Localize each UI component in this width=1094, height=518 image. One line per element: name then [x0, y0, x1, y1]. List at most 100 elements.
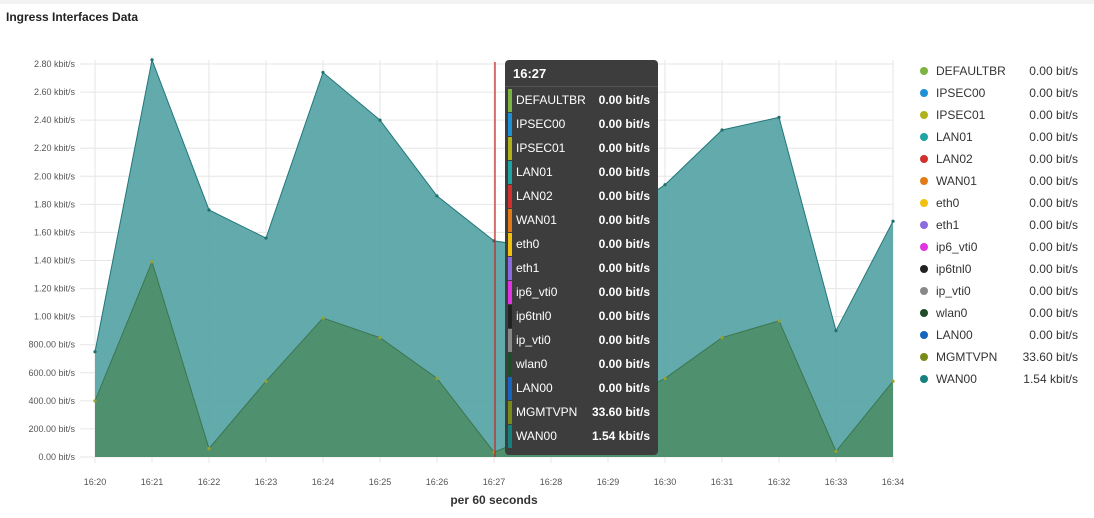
x-tick-label: 16:29	[597, 477, 620, 487]
tooltip-series-value: 0.00 bit/s	[598, 357, 650, 371]
tooltip-series-name: IPSEC01	[516, 141, 566, 155]
legend-name: DEFAULTBR	[936, 64, 1006, 78]
tooltip-series-value: 0.00 bit/s	[598, 93, 650, 107]
x-tick-label: 16:27	[483, 477, 506, 487]
legend-name: eth1	[936, 218, 960, 232]
tooltip-color-bar	[508, 137, 512, 160]
data-point	[891, 379, 895, 383]
legend-item[interactable]: LAN02 0.00 bit/s	[916, 148, 1086, 170]
data-point	[834, 329, 838, 333]
legend-item[interactable]: WAN00 1.54 kbit/s	[916, 368, 1086, 390]
y-tick-label: 2.20 kbit/s	[34, 143, 76, 153]
legend-item[interactable]: ip_vti0 0.00 bit/s	[916, 280, 1086, 302]
data-point	[150, 260, 154, 264]
y-tick-label: 1.80 kbit/s	[34, 199, 76, 209]
legend-name: LAN02	[936, 152, 973, 166]
legend-name: ip6tnl0	[936, 262, 972, 276]
tooltip-color-bar	[508, 281, 512, 304]
legend-item[interactable]: IPSEC01 0.00 bit/s	[916, 104, 1086, 126]
legend-dot-icon	[920, 331, 928, 339]
tooltip-row: eth0 0.00 bit/s	[505, 233, 658, 257]
tooltip-series-value: 0.00 bit/s	[598, 381, 650, 395]
data-point	[663, 183, 667, 187]
y-tick-label: 800.00 bit/s	[28, 340, 75, 350]
x-tick-label: 16:22	[198, 477, 221, 487]
legend-name: eth0	[936, 196, 960, 210]
legend-item[interactable]: wlan0 0.00 bit/s	[916, 302, 1086, 324]
legend-item[interactable]: ip6_vti0 0.00 bit/s	[916, 236, 1086, 258]
legend-item[interactable]: eth0 0.00 bit/s	[916, 192, 1086, 214]
data-point	[378, 118, 382, 122]
tooltip-row: WAN01 0.00 bit/s	[505, 209, 658, 233]
tooltip-row: ip6tnl0 0.00 bit/s	[505, 305, 658, 329]
tooltip-color-bar	[508, 209, 512, 232]
tooltip-row: LAN02 0.00 bit/s	[505, 185, 658, 209]
y-tick-label: 600.00 bit/s	[28, 368, 75, 378]
x-tick-label: 16:21	[141, 477, 164, 487]
tooltip-series-value: 1.54 kbit/s	[591, 429, 650, 443]
legend-dot-icon	[920, 89, 928, 97]
legend-name: WAN00	[936, 372, 977, 386]
data-point	[207, 208, 211, 212]
tooltip-time: 16:27	[513, 66, 547, 81]
tooltip-row: ip_vti0 0.00 bit/s	[505, 329, 658, 353]
legend-item[interactable]: eth1 0.00 bit/s	[916, 214, 1086, 236]
legend-item[interactable]: LAN00 0.00 bit/s	[916, 324, 1086, 346]
data-point	[720, 128, 724, 132]
legend-dot-icon	[920, 221, 928, 229]
x-axis-label: per 60 seconds	[450, 493, 538, 507]
tooltip-series-value: 0.00 bit/s	[598, 117, 650, 131]
legend-value: 0.00 bit/s	[1029, 328, 1078, 342]
data-point	[435, 376, 439, 380]
tooltip-color-bar	[508, 401, 512, 424]
legend-value: 0.00 bit/s	[1029, 218, 1078, 232]
tooltip-color-bar	[508, 233, 512, 256]
tooltip-series-value: 0.00 bit/s	[598, 309, 650, 323]
tooltip-series-name: wlan0	[516, 357, 548, 371]
tooltip-series-value: 0.00 bit/s	[598, 333, 650, 347]
legend-value: 0.00 bit/s	[1029, 240, 1078, 254]
y-tick-label: 1.40 kbit/s	[34, 256, 76, 266]
data-point	[378, 336, 382, 340]
legend-item[interactable]: DEFAULTBR 0.00 bit/s	[916, 60, 1086, 82]
legend-item[interactable]: ip6tnl0 0.00 bit/s	[916, 258, 1086, 280]
tooltip-series-value: 33.60 bit/s	[591, 405, 650, 419]
tooltip-series-name: LAN01	[516, 165, 553, 179]
legend-value: 0.00 bit/s	[1029, 108, 1078, 122]
legend-dot-icon	[920, 265, 928, 273]
legend-name: WAN01	[936, 174, 977, 188]
x-tick-label: 16:20	[84, 477, 107, 487]
x-tick-label: 16:23	[255, 477, 278, 487]
tooltip-series-name: WAN01	[516, 213, 557, 227]
legend-value: 0.00 bit/s	[1029, 306, 1078, 320]
x-axis-ticks: 16:20 16:21 16:22 16:23 16:24 16:25 16:26 16:27…	[84, 477, 905, 487]
legend-name: ip_vti0	[936, 284, 971, 298]
tooltip-series-value: 0.00 bit/s	[598, 141, 650, 155]
y-tick-label: 1.60 kbit/s	[34, 227, 76, 237]
data-point	[93, 350, 97, 354]
tooltip-series-value: 0.00 bit/s	[598, 165, 650, 179]
legend-value: 0.00 bit/s	[1029, 174, 1078, 188]
legend-value: 0.00 bit/s	[1029, 86, 1078, 100]
data-point	[264, 236, 268, 240]
legend-name: LAN01	[936, 130, 973, 144]
tooltip-color-bar	[508, 185, 512, 208]
tooltip-row: IPSEC01 0.00 bit/s	[505, 137, 658, 161]
tooltip-series-name: LAN02	[516, 189, 553, 203]
tooltip-row: IPSEC00 0.00 bit/s	[505, 113, 658, 137]
tooltip-series-value: 0.00 bit/s	[598, 237, 650, 251]
legend-dot-icon	[920, 177, 928, 185]
tooltip-series-value: 0.00 bit/s	[598, 285, 650, 299]
legend-dot-icon	[920, 287, 928, 295]
legend-item[interactable]: LAN01 0.00 bit/s	[916, 126, 1086, 148]
tooltip-row: LAN01 0.00 bit/s	[505, 161, 658, 185]
legend-item[interactable]: MGMTVPN 33.60 bit/s	[916, 346, 1086, 368]
tooltip-series-name: WAN00	[516, 429, 557, 443]
legend-name: ip6_vti0	[936, 240, 978, 254]
legend-item[interactable]: WAN01 0.00 bit/s	[916, 170, 1086, 192]
legend-item[interactable]: IPSEC00 0.00 bit/s	[916, 82, 1086, 104]
y-tick-label: 2.80 kbit/s	[34, 59, 76, 69]
legend-dot-icon	[920, 375, 928, 383]
x-tick-label: 16:25	[369, 477, 392, 487]
tooltip-series-name: ip6tnl0	[516, 309, 552, 323]
